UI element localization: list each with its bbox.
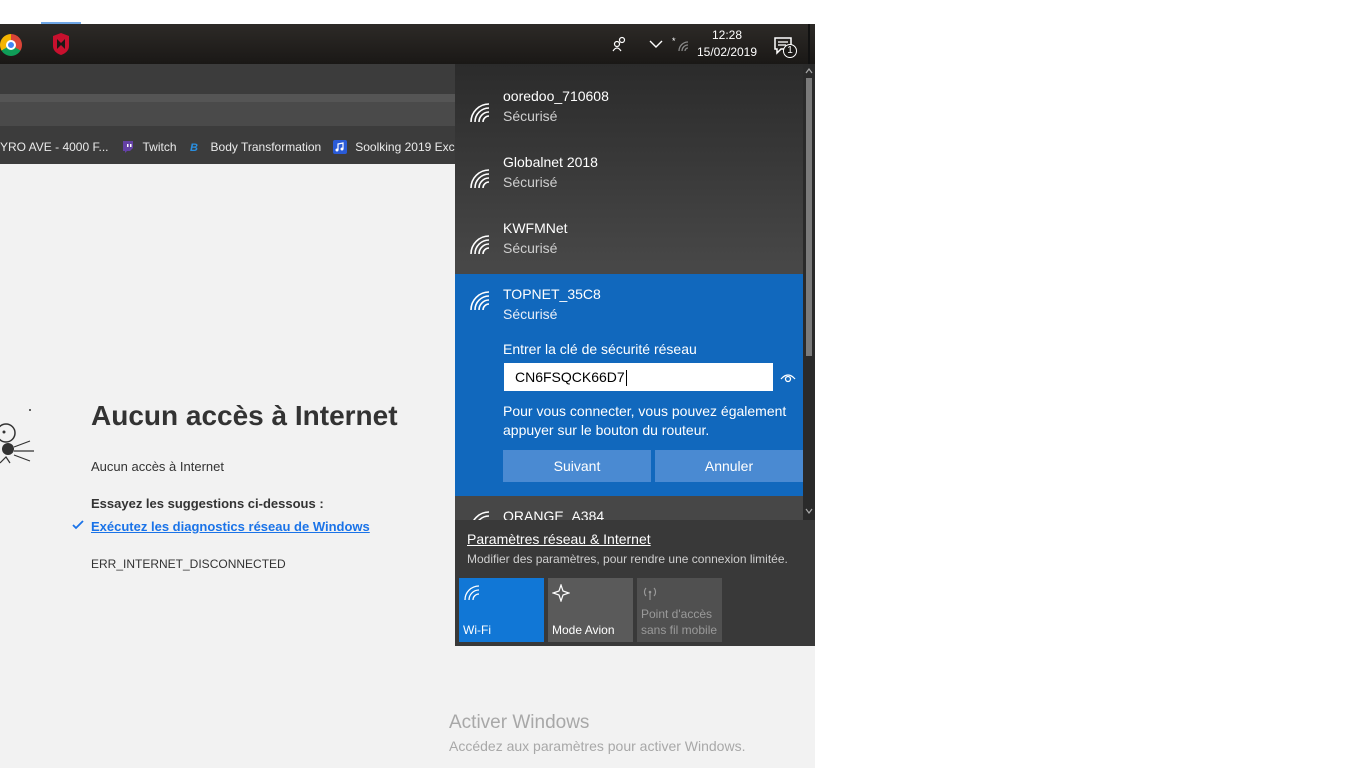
wifi-signal-icon: [473, 511, 490, 520]
network-status: Sécurisé: [503, 108, 558, 124]
network-item[interactable]: Globalnet 2018 Sécurisé: [455, 142, 803, 208]
security-key-label: Entrer la clé de sécurité réseau: [503, 341, 697, 357]
address-bar[interactable]: [0, 102, 455, 126]
network-list-scrollbar[interactable]: [803, 64, 815, 520]
chevron-up-icon[interactable]: [646, 24, 666, 64]
network-name: TOPNET_35C8: [503, 286, 601, 302]
wifi-signal-icon: [470, 235, 490, 255]
activation-watermark-title: Activer Windows: [449, 712, 590, 733]
eye-icon: [780, 374, 796, 383]
bookmark-label: Twitch: [142, 140, 177, 154]
wifi-toggle-tile[interactable]: Wi-Fi: [459, 578, 544, 642]
bookmark-item[interactable]: Twitch: [121, 140, 177, 154]
next-button[interactable]: Suivant: [503, 450, 651, 482]
mcafee-icon[interactable]: [51, 33, 71, 55]
mobile-hotspot-tile: Point d'accès sans fil mobile: [637, 578, 722, 642]
network-status: Sécurisé: [503, 240, 558, 256]
clock[interactable]: 12:28 15/02/2019: [695, 27, 759, 61]
network-settings-link[interactable]: Paramètres réseau & Internet: [467, 531, 651, 547]
desktop-screen: * 12:28 15/02/2019 1 YRO AVE - 4000 F...…: [0, 0, 815, 768]
bookmark-item[interactable]: B Body Transformation: [189, 140, 322, 154]
network-icon[interactable]: *: [670, 24, 692, 64]
selected-network: TOPNET_35C8 Sécurisé Entrer la clé de sé…: [455, 274, 815, 496]
twitch-icon: [122, 141, 133, 153]
svg-text:*: *: [672, 36, 676, 46]
network-item[interactable]: ooredoo_710608 Sécurisé: [455, 76, 803, 142]
network-name: ooredoo_710608: [503, 88, 609, 104]
network-name: Globalnet 2018: [503, 154, 598, 170]
browser-toolbar: YRO AVE - 4000 F... Twitch B Body Transf…: [0, 64, 474, 164]
clock-time: 12:28: [711, 28, 743, 42]
top-strip: [0, 0, 815, 24]
wifi-icon: [464, 585, 480, 601]
bookmark-label: Body Transformation: [210, 140, 322, 154]
people-icon[interactable]: [610, 24, 630, 64]
network-item[interactable]: ORANGE_A384: [455, 502, 803, 520]
network-status: Sécurisé: [503, 174, 558, 190]
error-title: Aucun accès à Internet: [91, 400, 398, 431]
network-settings-description: Modifier des paramètres, pour rendre une…: [467, 552, 788, 566]
activation-watermark-subtitle: Accédez aux paramètres pour activer Wind…: [449, 738, 746, 754]
tile-label: Mode Avion: [552, 623, 615, 637]
wifi-flyout: ooredoo_710608 Sécurisé Globalnet 2018 S…: [455, 64, 815, 646]
bookmark-label: YRO AVE - 4000 F...: [0, 140, 109, 154]
error-subtitle: Aucun accès à Internet: [91, 459, 224, 474]
bookmarks-bar: YRO AVE - 4000 F... Twitch B Body Transf…: [0, 135, 486, 159]
tab-strip-line: [0, 94, 455, 102]
network-item[interactable]: KWFMNet Sécurisé: [455, 208, 803, 274]
chrome-icon[interactable]: [0, 34, 22, 56]
network-name: ORANGE_A384: [503, 508, 605, 520]
bookmark-item[interactable]: Soolking 2019 Exclu...: [333, 140, 474, 154]
notification-badge: 1: [783, 44, 797, 58]
network-status: Sécurisé: [503, 306, 558, 322]
scroll-up-icon[interactable]: [803, 64, 815, 78]
scroll-down-icon[interactable]: [803, 504, 815, 518]
svg-text:B: B: [190, 142, 198, 154]
diagnostics-link[interactable]: Exécutez les diagnostics réseau de Windo…: [91, 519, 370, 534]
taskbar: * 12:28 15/02/2019 1: [0, 24, 815, 64]
network-name: KWFMNet: [503, 220, 568, 236]
router-button-hint: Pour vous connecter, vous pouvez égaleme…: [503, 403, 787, 438]
music-icon: [333, 140, 348, 154]
security-key-input[interactable]: CN6FSQCK66D7: [504, 363, 773, 391]
wifi-signal-icon: [470, 291, 490, 311]
suggestions-heading: Essayez les suggestions ci-dessous :: [91, 496, 324, 511]
reveal-password-button[interactable]: [773, 363, 803, 391]
bookmark-item[interactable]: YRO AVE - 4000 F...: [0, 140, 109, 154]
cancel-button[interactable]: Annuler: [655, 450, 803, 482]
hotspot-icon: [643, 587, 657, 600]
wifi-signal-icon: [470, 169, 490, 189]
checkmark-icon: [72, 520, 84, 530]
taskbar-divider: [808, 24, 810, 64]
tile-label: Point d'accès sans fil mobile: [641, 607, 718, 637]
dinosaur-icon: [0, 409, 34, 464]
scrollbar-thumb[interactable]: [806, 78, 812, 356]
airplane-icon: [551, 583, 571, 603]
bodybuilding-icon: B: [190, 142, 198, 154]
wifi-signal-icon: [470, 103, 490, 123]
security-key-value: CN6FSQCK66D7: [515, 369, 625, 385]
tile-label: Wi-Fi: [463, 623, 491, 637]
error-code: ERR_INTERNET_DISCONNECTED: [91, 557, 286, 571]
clock-date: 15/02/2019: [696, 45, 758, 59]
airplane-mode-tile[interactable]: Mode Avion: [548, 578, 633, 642]
text-caret: [625, 370, 627, 387]
